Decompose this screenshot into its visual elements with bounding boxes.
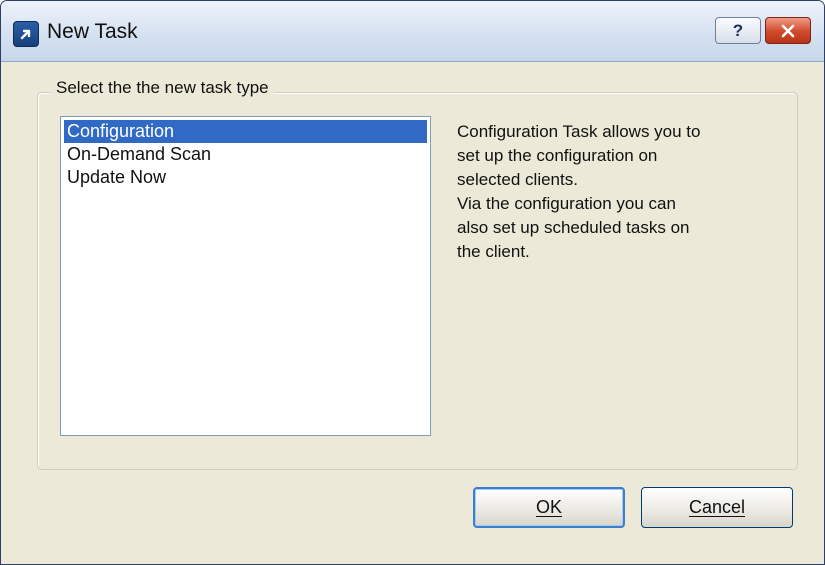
help-icon: ? — [732, 20, 744, 40]
title-bar[interactable]: New Task ? — [1, 1, 824, 62]
help-button[interactable]: ? — [715, 17, 761, 44]
list-item-configuration[interactable]: Configuration — [64, 120, 427, 143]
description-line: the client. — [457, 242, 530, 261]
ok-button[interactable]: OK — [473, 487, 625, 528]
group-legend: Select the the new task type — [51, 78, 274, 98]
close-icon — [781, 24, 795, 37]
window-title: New Task — [47, 20, 138, 43]
description-line: Via the configuration you can — [457, 194, 676, 213]
cancel-button[interactable]: Cancel — [641, 487, 793, 528]
app-arrow-icon — [13, 21, 39, 47]
description-line: selected clients. — [457, 170, 578, 189]
dialog-body: Select the the new task type Configurati… — [1, 62, 824, 564]
task-type-list[interactable]: Configuration On-Demand Scan Update Now — [60, 116, 431, 436]
description-line: also set up scheduled tasks on — [457, 218, 690, 237]
list-item-on-demand-scan[interactable]: On-Demand Scan — [64, 143, 427, 166]
description-line: set up the configuration on — [457, 146, 658, 165]
list-item-update-now[interactable]: Update Now — [64, 166, 427, 189]
task-description: Configuration Task allows you to set up … — [457, 120, 797, 264]
new-task-dialog: New Task ? Select the the new task type … — [0, 0, 825, 565]
close-button[interactable] — [765, 17, 811, 44]
cancel-button-label: Cancel — [688, 497, 746, 517]
description-line: Configuration Task allows you to — [457, 122, 701, 141]
ok-button-label: OK — [535, 497, 562, 517]
